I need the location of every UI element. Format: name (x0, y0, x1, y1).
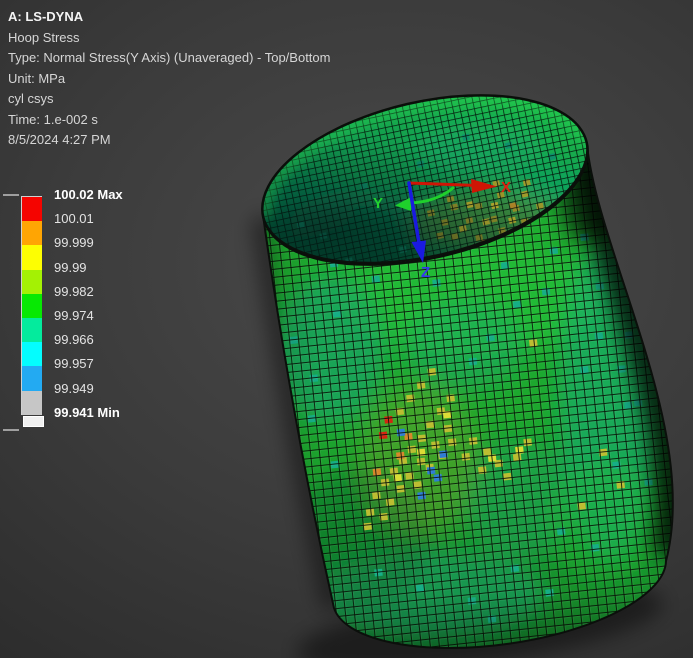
result-info-block: A: LS-DYNA Hoop Stress Type: Normal Stre… (8, 7, 330, 151)
result-datetime: 8/5/2024 4:27 PM (8, 132, 111, 147)
legend-band (22, 269, 42, 294)
analysis-title: A: LS-DYNA (8, 9, 84, 24)
coordinate-system-name: cyl csys (8, 91, 54, 106)
legend-bottom-tick (3, 429, 19, 431)
x-axis-label: X (501, 179, 511, 196)
result-type: Type: Normal Stress(Y Axis) (Unaveraged)… (8, 50, 331, 65)
legend-label: 99.974 (54, 308, 94, 323)
legend-band (22, 390, 42, 415)
ansys-viewport-window: X Y Z A: LS-DYNA Hoop Stress Type: Norma… (0, 0, 693, 658)
legend-label: 100.02 Max (54, 187, 123, 202)
result-name: Hoop Stress (8, 29, 80, 45)
legend-band (22, 342, 42, 367)
legend-band (22, 221, 42, 246)
legend-label: 100.01 (54, 211, 94, 227)
legend-band (22, 245, 42, 270)
legend-underflow-box (23, 416, 44, 427)
legend-band (22, 293, 42, 318)
z-axis-label: Z (421, 264, 430, 281)
result-unit: Unit: MPa (8, 70, 66, 86)
legend-label: 99.982 (54, 283, 94, 299)
legend-label: 99.957 (54, 356, 94, 372)
y-axis-label: Y (373, 195, 383, 212)
legend-top-tick (3, 194, 19, 196)
result-time: Time: 1.e-002 s (8, 111, 98, 127)
legend-band (22, 197, 42, 222)
legend-label: 99.99 (54, 259, 87, 275)
legend-bands (21, 196, 42, 415)
legend-label: 99.966 (54, 332, 94, 348)
legend-band (22, 317, 42, 343)
legend-label: 99.941 Min (54, 404, 120, 420)
legend-label: 99.949 (54, 380, 94, 396)
legend-label: 99.999 (54, 235, 94, 251)
legend-band (22, 366, 42, 391)
cylinder-model[interactable] (230, 67, 693, 658)
